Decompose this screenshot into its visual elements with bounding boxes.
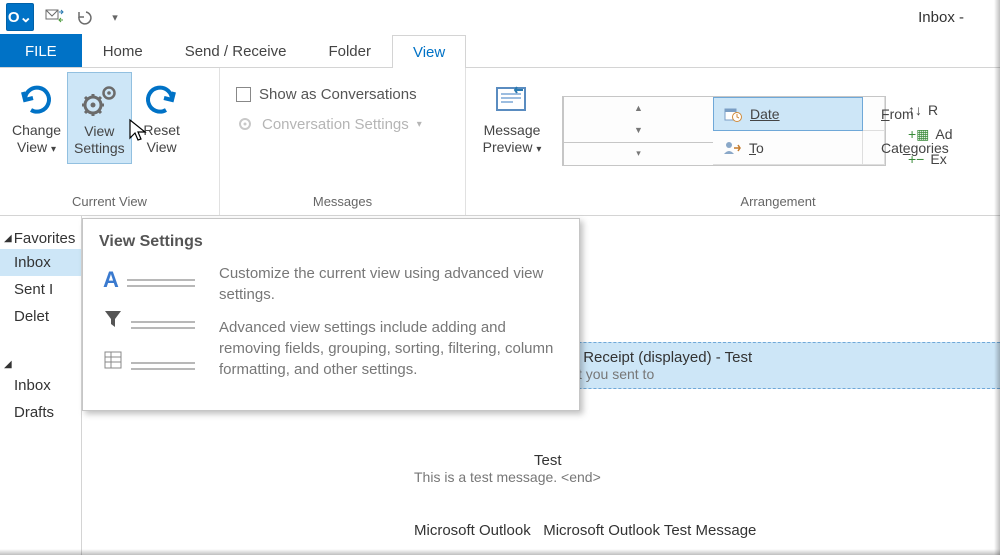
reset-icon — [144, 78, 180, 122]
tab-send-receive[interactable]: Send / Receive — [164, 34, 308, 67]
ribbon-tabs: FILE Home Send / Receive Folder View — [0, 34, 1000, 68]
tab-view[interactable]: View — [392, 35, 466, 68]
message-subject: Microsoft Outlook Test Message — [543, 522, 756, 539]
message-preview-text: This is a test message. <end> — [414, 469, 1000, 485]
reset-view-button[interactable]: Reset View — [132, 72, 192, 162]
arrange-categories[interactable]: Categories — [863, 131, 885, 165]
view-settings-label: View Settings — [74, 123, 125, 157]
tooltip-title: View Settings — [99, 233, 563, 251]
arrangement-gallery[interactable]: Date From To Categories ▲ ▼ ▾ — [562, 96, 886, 166]
font-icon: A — [103, 267, 119, 293]
group-label-arrangement: Arrangement — [562, 190, 994, 215]
folder-nav: ◢Favorites Inbox Sent I Delet ◢ Inbox Dr… — [0, 216, 82, 555]
show-conversations-label: Show as Conversations — [259, 86, 417, 103]
ribbon-overflow-column: ↑↓R +▦Ad +−Ex — [898, 96, 953, 167]
add-columns-icon: +▦ — [908, 126, 929, 143]
to-icon — [723, 140, 741, 156]
calendar-clock-icon — [724, 106, 742, 122]
gallery-spinner[interactable]: ▲ ▼ ▾ — [563, 97, 713, 165]
view-settings-tooltip: View Settings A Customize the current vi… — [82, 218, 580, 411]
nav-drafts[interactable]: Drafts — [0, 399, 81, 426]
message-subject: Return Receipt (displayed) - Test — [534, 349, 1000, 366]
sort-arrows-icon: ↑↓ — [908, 102, 922, 118]
gallery-expand-icon[interactable]: ▾ — [564, 142, 713, 165]
message-preview-button[interactable]: Message Preview ▾ — [472, 72, 552, 162]
group-label-messages: Messages — [226, 190, 459, 215]
change-view-button[interactable]: Change View ▾ — [6, 72, 67, 162]
window-title: Inbox - — [132, 9, 994, 26]
qat-send-receive-icon[interactable] — [42, 5, 68, 29]
nav-deleted[interactable]: Delet — [0, 303, 81, 330]
chevron-up-icon[interactable]: ▲ — [564, 97, 713, 119]
expand-collapse-button[interactable]: +−Ex — [908, 151, 953, 167]
gears-icon — [79, 79, 119, 123]
outlook-icon: O⌄ — [6, 3, 34, 31]
change-view-label: Change View ▾ — [12, 122, 61, 156]
arrange-date[interactable]: Date — [713, 97, 863, 131]
view-settings-button[interactable]: View Settings — [67, 72, 132, 164]
chevron-down-icon[interactable]: ▼ — [564, 119, 713, 141]
message-preview-label: Message Preview ▾ — [483, 122, 542, 156]
undo-icon[interactable] — [72, 5, 98, 29]
message-subject: Test — [534, 452, 1000, 469]
columns-icon — [103, 350, 123, 375]
tab-folder[interactable]: Folder — [307, 34, 392, 67]
reverse-sort-button[interactable]: ↑↓R — [908, 102, 953, 118]
account-header[interactable]: ◢ — [0, 354, 81, 372]
tab-home[interactable]: Home — [82, 34, 164, 67]
reset-view-label: Reset View — [143, 122, 180, 156]
message-preview-icon — [493, 78, 531, 122]
nav-inbox-2[interactable]: Inbox — [0, 372, 81, 399]
expand-icon: +− — [908, 151, 924, 167]
tab-file[interactable]: FILE — [0, 34, 82, 67]
tooltip-desc-2: Advanced view settings include adding an… — [219, 317, 563, 380]
arrange-to[interactable]: To — [713, 131, 863, 165]
tooltip-desc-1: Customize the current view using advance… — [219, 263, 563, 305]
message-from: Microsoft Outlook — [414, 522, 531, 539]
favorites-header[interactable]: ◢Favorites — [0, 226, 81, 249]
group-label-current-view: Current View — [6, 190, 213, 215]
nav-sent[interactable]: Sent I — [0, 276, 81, 303]
add-columns-button[interactable]: +▦Ad — [908, 126, 953, 143]
message-row[interactable]: Microsoft Outlook Microsoft Outlook Test… — [434, 516, 1000, 545]
nav-inbox[interactable]: Inbox — [0, 249, 81, 276]
arrange-from[interactable]: From — [863, 97, 885, 131]
change-view-icon — [19, 78, 55, 122]
checkbox-icon — [236, 87, 251, 102]
conversation-settings-button: Conversation Settings▾ — [236, 115, 449, 133]
message-row[interactable]: Test This is a test message. <end> — [434, 446, 1000, 491]
gear-disabled-icon — [236, 115, 256, 133]
show-conversations-checkbox[interactable]: Show as Conversations — [236, 86, 449, 103]
funnel-icon — [103, 309, 123, 334]
title-bar: O⌄ ▾ Inbox - — [0, 0, 1000, 34]
qat-customize-icon[interactable]: ▾ — [102, 5, 128, 29]
ribbon: Change View ▾ View Settings Reset View C… — [0, 68, 1000, 216]
tooltip-illustration: A — [99, 263, 199, 392]
